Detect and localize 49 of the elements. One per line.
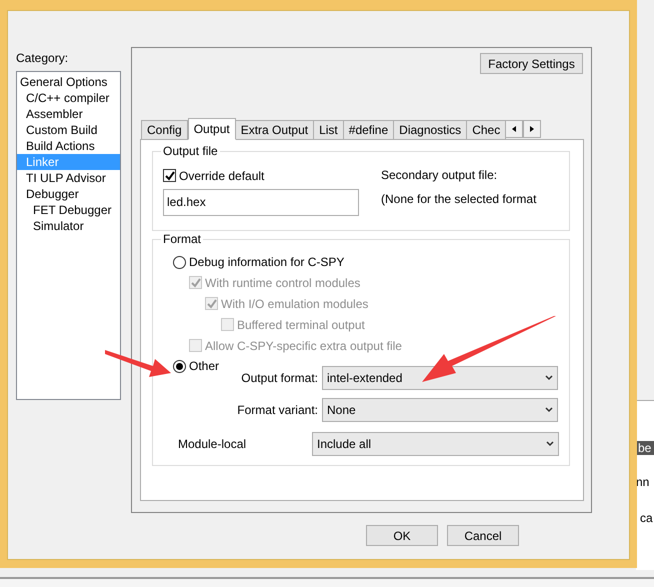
category-item[interactable]: Build Actions xyxy=(17,138,120,154)
filename-field[interactable]: led.hex xyxy=(163,189,359,216)
group-title: Format xyxy=(161,232,204,246)
tab[interactable]: Extra Output xyxy=(234,120,314,140)
category-label: Category: xyxy=(16,50,70,66)
category-item[interactable]: Simulator xyxy=(17,218,120,234)
field-label: Format variant: xyxy=(237,402,318,419)
chevron-down-icon xyxy=(545,407,553,413)
tab[interactable]: #define xyxy=(342,120,394,140)
chevron-down-icon xyxy=(545,375,553,381)
category-item[interactable]: Custom Build xyxy=(17,122,120,138)
scroll-right-icon[interactable] xyxy=(523,120,542,138)
dialog-button[interactable]: Cancel xyxy=(447,525,519,546)
group-title: Output file xyxy=(161,144,220,158)
category-item[interactable]: General Options xyxy=(17,74,120,90)
field-label: Module-local xyxy=(178,436,248,453)
chevron-down-icon xyxy=(546,441,554,447)
background-text: nn xyxy=(636,474,650,491)
scroll-left-icon[interactable] xyxy=(505,120,524,138)
radio-button[interactable] xyxy=(173,256,186,268)
tab[interactable]: Config xyxy=(141,120,188,140)
dropdown[interactable]: None xyxy=(322,398,558,422)
secondary-output-label: Secondary output file: xyxy=(381,167,498,183)
category-item[interactable]: Debugger xyxy=(17,186,120,202)
tab[interactable]: Chec xyxy=(466,120,506,140)
radio-label: Other xyxy=(189,358,220,375)
field-label: Output format: xyxy=(241,370,318,387)
factory-settings-button[interactable]: Factory Settings xyxy=(480,53,583,74)
checkbox-label: Buffered terminal output xyxy=(237,316,365,334)
dialog-button[interactable]: OK xyxy=(366,525,438,546)
category-item[interactable]: FET Debugger xyxy=(17,202,120,218)
background-text: be xyxy=(636,441,654,455)
radio-button[interactable] xyxy=(173,360,186,372)
secondary-output-value: (None for the selected format xyxy=(381,191,536,207)
checkbox[interactable] xyxy=(163,169,176,182)
radio-label: Debug information for C-SPY xyxy=(189,254,344,271)
category-item[interactable]: TI ULP Advisor xyxy=(17,170,120,186)
tab[interactable]: Diagnostics xyxy=(393,120,468,140)
checkbox-label: With runtime control modules xyxy=(205,274,360,292)
checkbox-label: Allow C-SPY-specific extra output file xyxy=(205,338,402,354)
tab[interactable]: Output xyxy=(188,118,236,140)
background-text: ca xyxy=(639,510,654,527)
dropdown[interactable]: Include all xyxy=(312,432,559,456)
tab[interactable]: List xyxy=(313,120,344,140)
checkbox-label: With I/O emulation modules xyxy=(221,296,368,312)
dropdown[interactable]: intel-extended xyxy=(322,366,558,390)
checkbox-label: Override default xyxy=(179,168,264,184)
category-item[interactable]: C/C++ compiler xyxy=(17,90,120,106)
category-item[interactable]: Assembler xyxy=(17,106,120,122)
